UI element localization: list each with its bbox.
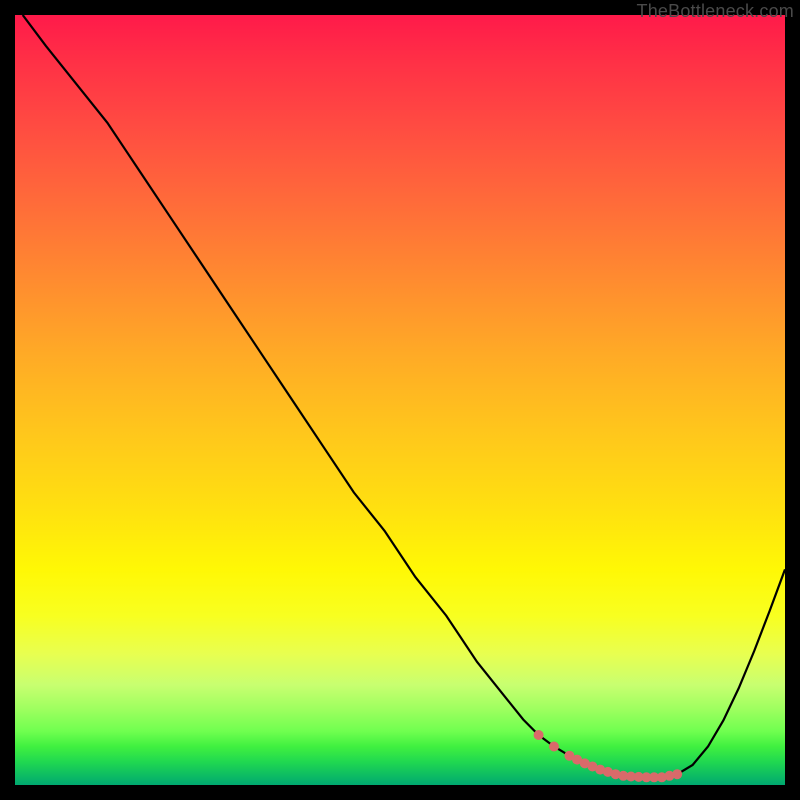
bottleneck-curve: [23, 15, 785, 777]
optimum-marker: [672, 769, 682, 779]
optimum-marker: [549, 742, 559, 752]
chart-svg: [15, 15, 785, 785]
plot-area: [15, 15, 785, 785]
watermark-text: TheBottleneck.com: [637, 1, 794, 22]
optimum-marker: [534, 730, 544, 740]
chart-container: TheBottleneck.com: [0, 0, 800, 800]
optimum-marker-group: [534, 730, 683, 782]
